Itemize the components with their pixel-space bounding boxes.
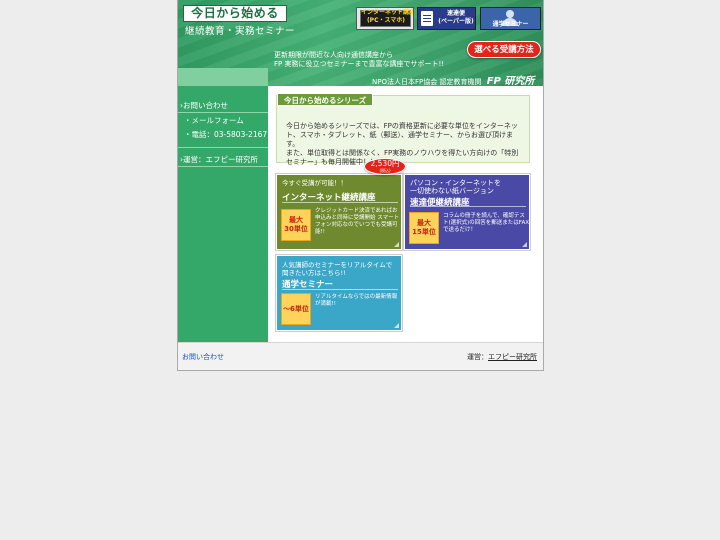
fp-logo: FP 研究所 — [486, 76, 535, 86]
card-description: コラムの冊子を読んで、確認テスト(選択式)の回答を郵送またはFAXで送るだけ！ — [443, 213, 529, 233]
organization-line: NPO法人日本FP協会 認定教育機関 FP 研究所 — [372, 72, 542, 86]
sidebar-divider — [178, 147, 268, 148]
sidebar-divider — [178, 166, 268, 167]
corner-arrow-icon — [394, 323, 399, 328]
sidebar-item-phone: ・電話：03-5803-2167 — [184, 130, 268, 139]
page-frame: 今日から始める 継続教育・実務セミナー インターネット講座 (PC・スマホ) 速… — [177, 0, 544, 371]
header: 今日から始める 継続教育・実務セミナー インターネット講座 (PC・スマホ) 速… — [178, 0, 543, 86]
logo-title: 今日から始める — [191, 6, 279, 20]
card-description: リアルタイムならではの最新情報が満載!! — [315, 294, 398, 307]
footer-operator: 運営：エフピー研究所 — [467, 352, 537, 362]
card-subtitle: 今すぐ受講が可能！！ — [282, 179, 347, 187]
promo-text: 更新期限が間近な人向け通信講座から FP 実務に役立つセミナーまで豊富な講座でサ… — [274, 51, 445, 68]
site-logo[interactable]: 今日から始める — [183, 5, 287, 22]
seminar-button[interactable]: 通学セミナー — [480, 7, 541, 30]
credit-badge: 〜6単位 — [281, 293, 311, 325]
course-options-badge: 選べる受講方法 — [467, 41, 541, 58]
seminar-button-label: 通学セミナー — [492, 21, 529, 28]
sidebar-divider — [178, 112, 268, 113]
footer-operator-link[interactable]: エフピー研究所 — [488, 353, 537, 361]
main-content: 今日から始めるシリーズ 今日から始めるシリーズでは、FPの資格更新に必要な単位を… — [268, 86, 543, 342]
postal-course-card[interactable]: パソコン・インターネットを 一切使わない紙バージョン 速達便継続講座 最大 15… — [404, 174, 530, 250]
price-badge: 2,530円 (税込) — [364, 158, 406, 175]
card-divider — [282, 202, 398, 203]
postal-course-button[interactable]: 速達便 (ペーパー版) — [417, 7, 476, 30]
footer-operator-label: 運営： — [467, 353, 488, 361]
footer-contact-link[interactable]: お問い合わせ — [182, 352, 224, 362]
sidebar-contact-heading: ›お問い合わせ — [180, 101, 228, 110]
sidebar: ›お問い合わせ ・メールフォーム ・電話：03-5803-2167 ›運営：エフ… — [178, 86, 268, 342]
credit-badge: 最大 30単位 — [281, 209, 311, 241]
series-heading-tab: 今日から始めるシリーズ — [277, 93, 374, 106]
footer: お問い合わせ 運営：エフピー研究所 — [178, 342, 543, 370]
corner-arrow-icon — [522, 242, 527, 247]
internet-course-button-label: インターネット講座 (PC・スマホ) — [361, 9, 414, 24]
seminar-card[interactable]: 人気講師のセミナーをリアルタイムで 聞きたい方はこちら!! 通学セミナー 〜6単… — [276, 255, 402, 331]
card-subtitle: パソコン・インターネットを 一切使わない紙バージョン — [410, 179, 501, 195]
price-tax-note: (税込) — [379, 168, 391, 173]
postal-course-button-label: 速達便 (ペーパー版) — [438, 10, 474, 25]
logo-subtitle: 継続教育・実務セミナー — [185, 26, 296, 37]
document-icon — [421, 11, 433, 26]
header-banner-strip — [178, 68, 268, 86]
intro-paragraph: 今日から始めるシリーズでは、FPの資格更新に必要な単位をインターネット、スマホ・… — [286, 122, 518, 148]
internet-course-button[interactable]: インターネット講座 (PC・スマホ) — [356, 7, 414, 30]
card-subtitle: 人気講師のセミナーをリアルタイムで 聞きたい方はこちら!! — [282, 261, 393, 277]
corner-arrow-icon — [394, 242, 399, 247]
sidebar-item-mail-form[interactable]: ・メールフォーム — [184, 115, 244, 126]
card-description: クレジットカード決済であればお申込みと同時に受講開始 スマートフォン対応なのでい… — [315, 208, 400, 235]
sidebar-item-operator[interactable]: ›運営：エフピー研究所 — [180, 154, 258, 165]
card-divider — [410, 206, 526, 207]
intro-text: 今日から始めるシリーズでは、FPの資格更新に必要な単位をインターネット、スマホ・… — [286, 122, 524, 167]
card-divider — [282, 289, 398, 290]
internet-course-card[interactable]: 今すぐ受講が可能！！ インターネット継続講座 最大 30単位 クレジットカード決… — [276, 174, 402, 250]
organization-text: NPO法人日本FP協会 認定教育機関 — [372, 78, 482, 86]
credit-badge: 最大 15単位 — [409, 212, 439, 244]
